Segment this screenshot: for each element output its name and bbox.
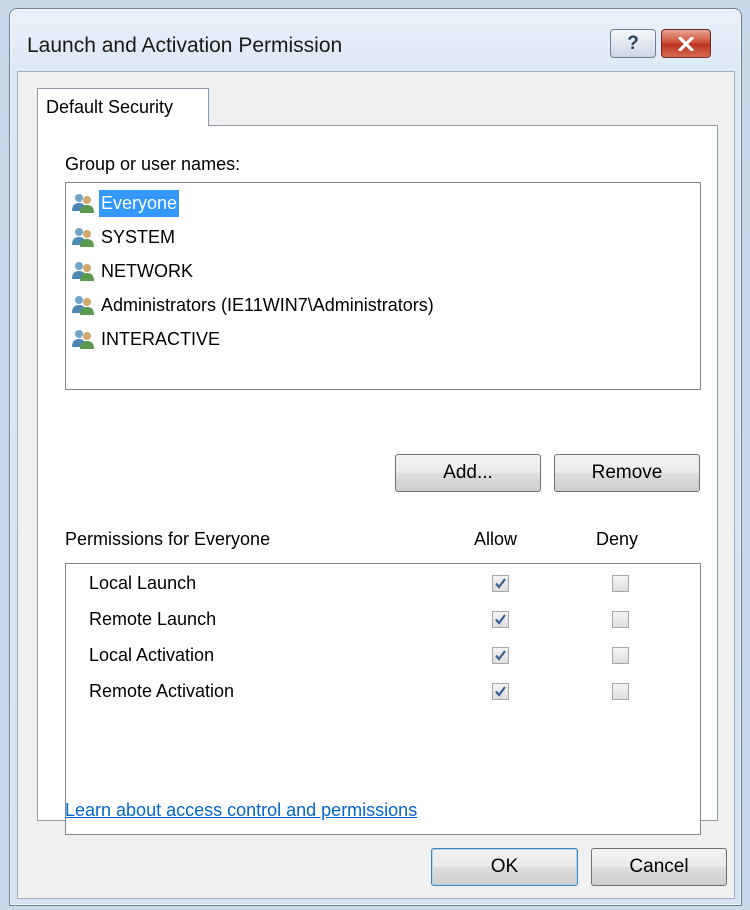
perm-row-remote-launch: Remote Launch (66, 603, 700, 639)
close-button[interactable] (661, 29, 711, 58)
list-item-label: SYSTEM (101, 226, 176, 247)
allow-checkbox[interactable] (492, 575, 509, 592)
permissions-list: Local Launch Remote Launch Local Activat… (65, 563, 701, 835)
user-group-icon (72, 330, 94, 349)
list-item-label: Administrators (IE11WIN7\Administrators) (101, 294, 434, 315)
close-icon (678, 36, 694, 51)
perm-label: Remote Activation (89, 681, 235, 701)
deny-checkbox[interactable] (612, 647, 629, 664)
user-group-icon (72, 194, 94, 213)
allow-checkbox[interactable] (492, 683, 509, 700)
dialog-window: Launch and Activation Permission ? Defau… (9, 8, 742, 906)
learn-access-control-link[interactable]: Learn about access control and permissio… (65, 800, 417, 821)
perm-row-remote-activation: Remote Activation (66, 675, 700, 711)
checkmark-icon (495, 614, 506, 625)
dialog-client: Default Security Group or user names: Ev… (17, 71, 735, 899)
allow-column-header: Allow (474, 529, 518, 549)
list-item-label: INTERACTIVE (101, 328, 221, 349)
list-item-label: Everyone (99, 189, 180, 217)
list-item-interactive[interactable]: INTERACTIVE (71, 322, 695, 356)
user-group-icon (72, 228, 94, 247)
help-icon: ? (627, 32, 639, 54)
group-names-label: Group or user names: (65, 154, 241, 174)
perm-label: Local Launch (89, 573, 197, 593)
perm-label: Remote Launch (89, 609, 217, 629)
checkmark-icon (495, 578, 506, 589)
list-item-everyone[interactable]: Everyone (71, 186, 695, 220)
title-bar[interactable]: Launch and Activation Permission ? (10, 9, 741, 71)
allow-checkbox[interactable] (492, 611, 509, 628)
perm-row-local-launch: Local Launch (66, 567, 700, 603)
deny-checkbox[interactable] (612, 683, 629, 700)
user-group-icon (72, 296, 94, 315)
tab-default-security[interactable]: Default Security (37, 88, 209, 126)
perm-row-local-activation: Local Activation (66, 639, 700, 675)
allow-checkbox[interactable] (492, 647, 509, 664)
list-item-label: NETWORK (101, 260, 193, 281)
tab-panel: Group or user names: Everyone SYSTEM NET… (37, 125, 718, 835)
list-item-network[interactable]: NETWORK (71, 254, 695, 288)
window-title: Launch and Activation Permission (27, 34, 343, 57)
deny-checkbox[interactable] (612, 611, 629, 628)
perm-label: Local Activation (89, 645, 215, 665)
permissions-header: Permissions for Everyone (65, 529, 271, 549)
user-group-icon (72, 262, 94, 281)
group-user-listbox[interactable]: Everyone SYSTEM NETWORK Administrators (… (65, 182, 701, 390)
deny-column-header: Deny (596, 529, 639, 549)
list-item-administrators[interactable]: Administrators (IE11WIN7\Administrators) (71, 288, 695, 322)
deny-checkbox[interactable] (612, 575, 629, 592)
list-item-system[interactable]: SYSTEM (71, 220, 695, 254)
remove-button[interactable]: Remove (554, 454, 700, 492)
help-button[interactable]: ? (610, 29, 656, 58)
cancel-button[interactable]: Cancel (591, 848, 727, 886)
checkmark-icon (495, 650, 506, 661)
ok-button[interactable]: OK (431, 848, 578, 886)
add-button[interactable]: Add... (395, 454, 541, 492)
checkmark-icon (495, 686, 506, 697)
